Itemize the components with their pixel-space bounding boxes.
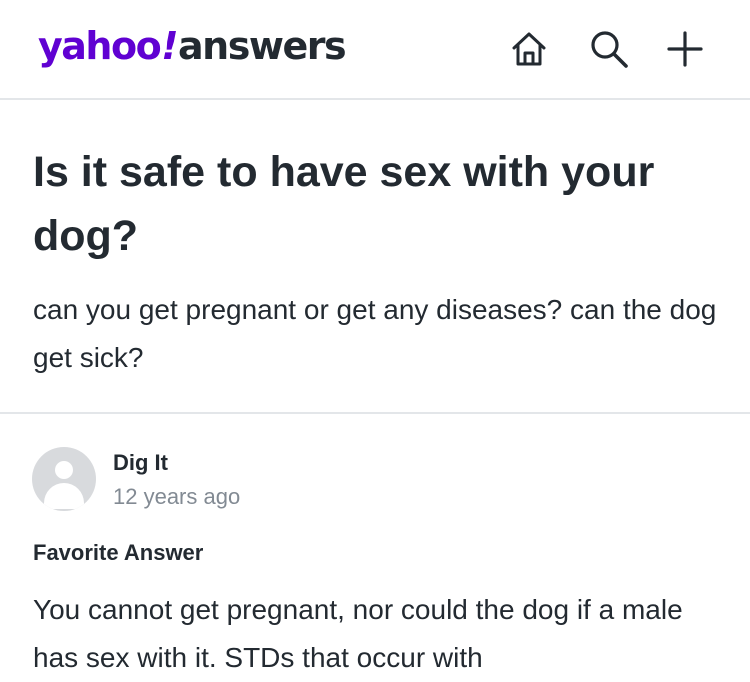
ask-question-button[interactable] (662, 26, 708, 72)
home-icon (512, 32, 546, 66)
answer-card: Dig It 12 years ago Favorite Answer You … (0, 414, 750, 674)
question-section: Is it safe to have sex with your dog? ca… (0, 100, 750, 414)
question-body: can you get pregnant or get any diseases… (33, 294, 717, 373)
answer-timestamp: 12 years ago (113, 484, 241, 509)
favorite-answer-label: Favorite Answer (33, 540, 204, 565)
plus-icon (667, 31, 703, 67)
question-title: Is it safe to have sex with your dog? (33, 148, 655, 260)
avatar-head (55, 461, 73, 479)
logo-bang: ! (161, 24, 178, 68)
answer-author[interactable]: Dig It (113, 450, 168, 476)
yahoo-answers-logo[interactable]: yahoo!answers (38, 22, 347, 70)
search-button[interactable] (586, 26, 632, 72)
answer-text: You cannot get pregnant, nor could the d… (33, 594, 683, 673)
app-header: yahoo!answers (0, 0, 750, 100)
avatar-body (44, 483, 84, 509)
avatar[interactable] (32, 447, 96, 511)
home-button[interactable] (506, 26, 552, 72)
logo-brand: yahoo (38, 24, 162, 68)
search-icon (591, 31, 628, 68)
logo-product: answers (178, 24, 347, 68)
